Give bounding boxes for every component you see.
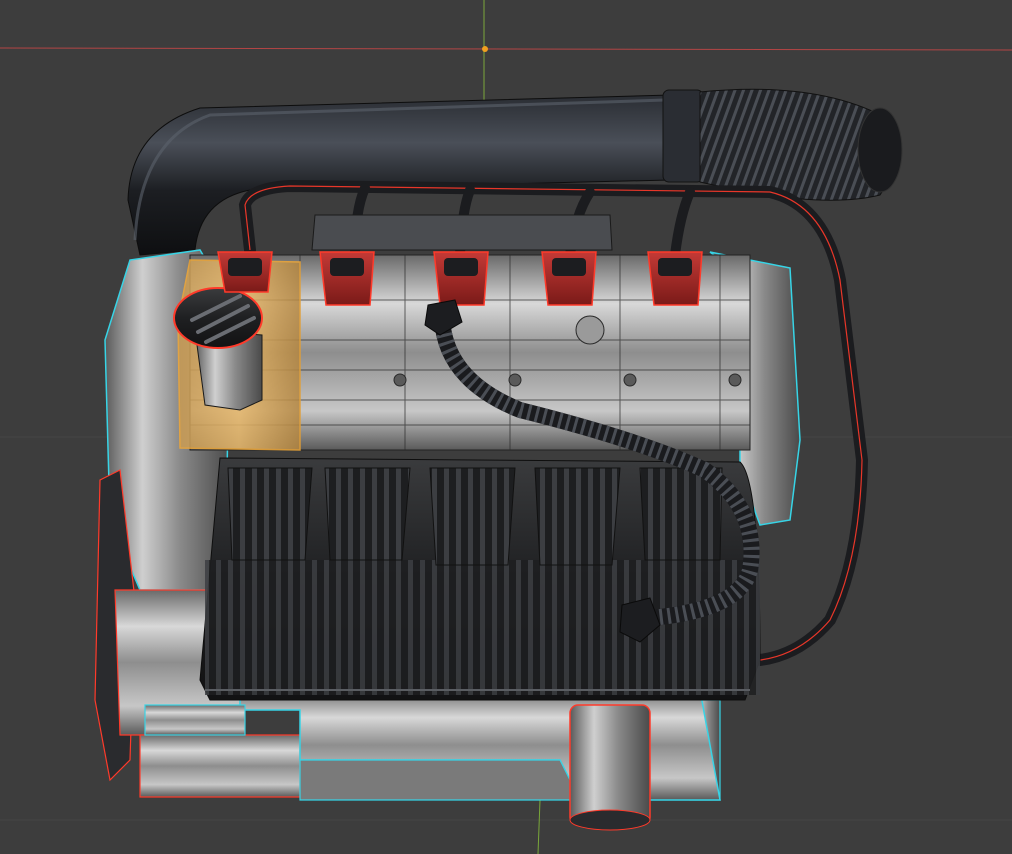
x-axis-line: [0, 47, 1012, 51]
y-axis-line-bottom: [537, 799, 541, 854]
viewport-canvas[interactable]: [0, 0, 1012, 854]
origin-point[interactable]: [482, 46, 488, 52]
oil-filter[interactable]: [569, 704, 651, 831]
3d-viewport[interactable]: [0, 0, 1012, 854]
cover-plate: [311, 214, 613, 251]
intake-manifold[interactable]: [199, 457, 761, 701]
engine-model[interactable]: [94, 88, 903, 831]
